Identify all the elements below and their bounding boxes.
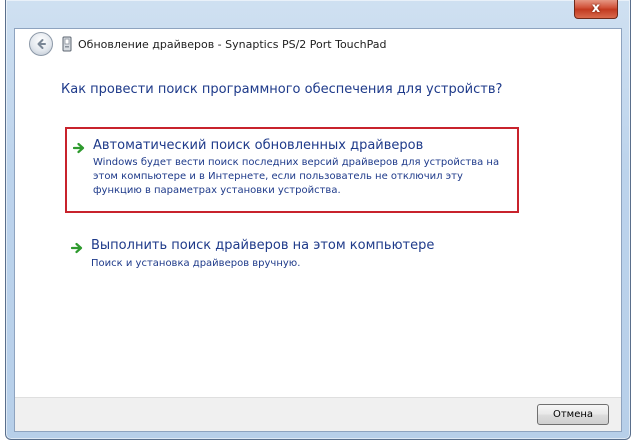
close-icon: x bbox=[591, 1, 601, 16]
dialog-content: Обновление драйверов - Synaptics PS/2 Po… bbox=[14, 28, 622, 432]
green-arrow-icon bbox=[71, 242, 83, 254]
cancel-button[interactable]: Отмена bbox=[537, 404, 609, 425]
page-heading: Как провести поиск программного обеспече… bbox=[61, 82, 503, 97]
manual-search-title: Выполнить поиск драйверов на этом компью… bbox=[91, 238, 435, 253]
back-arrow-icon bbox=[37, 39, 46, 49]
manual-search-description: Поиск и установка драйверов вручную. bbox=[91, 258, 301, 269]
back-button[interactable] bbox=[29, 32, 53, 56]
auto-search-title: Автоматический поиск обновленных драйвер… bbox=[93, 138, 424, 153]
auto-search-option[interactable]: Автоматический поиск обновленных драйвер… bbox=[65, 127, 519, 213]
device-icon bbox=[61, 36, 73, 52]
dialog-footer: Отмена bbox=[15, 397, 621, 431]
green-arrow-icon bbox=[73, 142, 85, 154]
dialog-window: x Обновление драйверов - Synaptics PS/2 … bbox=[5, 0, 631, 440]
manual-search-option[interactable]: Выполнить поиск драйверов на этом компью… bbox=[65, 234, 519, 282]
window-title: Обновление драйверов - Synaptics PS/2 Po… bbox=[78, 37, 387, 51]
nav-bar: Обновление драйверов - Synaptics PS/2 Po… bbox=[15, 29, 621, 59]
auto-search-description: Windows будет вести поиск последних верс… bbox=[93, 157, 500, 196]
close-button[interactable]: x bbox=[574, 0, 618, 19]
